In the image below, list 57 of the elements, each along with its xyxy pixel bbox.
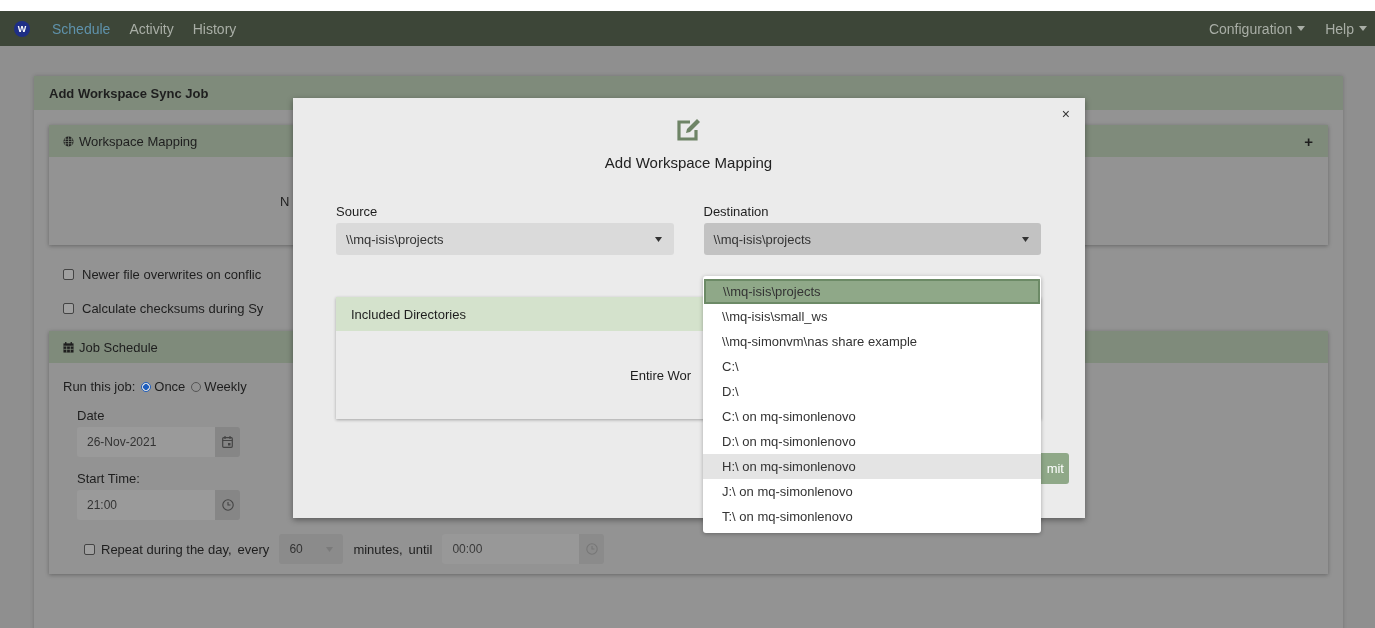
- date-field[interactable]: 26-Nov-2021: [77, 427, 215, 457]
- edit-icon: [675, 118, 702, 142]
- panel-title: Included Directories: [351, 306, 466, 322]
- every-label: every: [237, 541, 270, 557]
- interval-select[interactable]: 60: [279, 534, 344, 564]
- app-logo[interactable]: W: [14, 20, 30, 37]
- included-text: Entire Wor: [630, 367, 692, 383]
- radio-label: Once: [154, 379, 186, 394]
- dropdown-option[interactable]: H:\ on mq-simonlenovo: [703, 454, 1041, 479]
- option-label: Calculate checksums during Sy: [82, 300, 264, 316]
- caret-icon: [1297, 26, 1306, 31]
- dropdown-option[interactable]: D:\: [703, 379, 1041, 404]
- dropdown-option[interactable]: \\mq-isis\projects: [704, 279, 1040, 304]
- dropdown-option[interactable]: J:\ on mq-simonlenovo: [703, 479, 1041, 504]
- caret-icon: [1359, 26, 1367, 31]
- radio-label: Weekly: [204, 379, 247, 394]
- empty-message: N: [280, 193, 290, 209]
- dropdown-option[interactable]: C:\: [703, 354, 1041, 379]
- add-button[interactable]: +: [1304, 132, 1313, 150]
- until-time-field[interactable]: 00:00: [442, 534, 580, 564]
- until-label: until: [408, 541, 433, 557]
- checkbox[interactable]: [63, 268, 74, 280]
- nav-tab[interactable]: History: [192, 20, 237, 37]
- dropdown-option[interactable]: C:\ on mq-simonlenovo: [703, 404, 1041, 429]
- run-label: Run this job:: [63, 379, 136, 394]
- time-field[interactable]: 21:00: [77, 490, 215, 520]
- dropdown-option[interactable]: T:\ on mq-simonlenovo: [703, 504, 1041, 529]
- radio-button[interactable]: [141, 381, 152, 392]
- calendar-button[interactable]: [215, 427, 240, 457]
- nav-menu[interactable]: Configuration: [1208, 20, 1306, 37]
- checkbox[interactable]: [84, 543, 95, 555]
- source-select[interactable]: \\mq-isis\projects: [336, 223, 674, 255]
- panel-title: Job Schedule: [79, 339, 158, 355]
- unit-label: minutes,: [353, 541, 403, 557]
- dropdown-option[interactable]: \\mq-simonvm\nas share example: [703, 329, 1041, 354]
- repeat-label: Repeat during the day,: [101, 541, 232, 557]
- field-label: Destination: [703, 204, 770, 219]
- dropdown-option[interactable]: D:\ on mq-simonlenovo: [703, 429, 1041, 454]
- caret-icon: [654, 236, 662, 242]
- clock-icon: [221, 499, 234, 511]
- calendar-icon: [222, 436, 233, 448]
- destination-select[interactable]: \\mq-isis\projects: [703, 223, 1041, 255]
- calendar-icon: [63, 341, 74, 353]
- dropdown-option[interactable]: \\mq-isis\small_ws: [703, 304, 1041, 329]
- nav-menu[interactable]: Help: [1325, 20, 1367, 37]
- close-button[interactable]: ×: [1061, 106, 1070, 122]
- field-label: Source: [336, 204, 379, 219]
- field-label: Start Time:: [77, 471, 140, 486]
- globe-icon: [63, 135, 74, 147]
- card-title: Add Workspace Sync Job: [49, 85, 209, 101]
- caret-icon: [1022, 236, 1029, 242]
- modal-title: Add Workspace Mapping: [604, 154, 773, 171]
- field-label: Date: [77, 408, 105, 423]
- option-label: Newer file overwrites on conflic: [82, 266, 262, 282]
- nav-tab[interactable]: Activity: [129, 20, 174, 37]
- checkbox[interactable]: [63, 302, 74, 314]
- panel-title: Workspace Mapping: [79, 133, 198, 149]
